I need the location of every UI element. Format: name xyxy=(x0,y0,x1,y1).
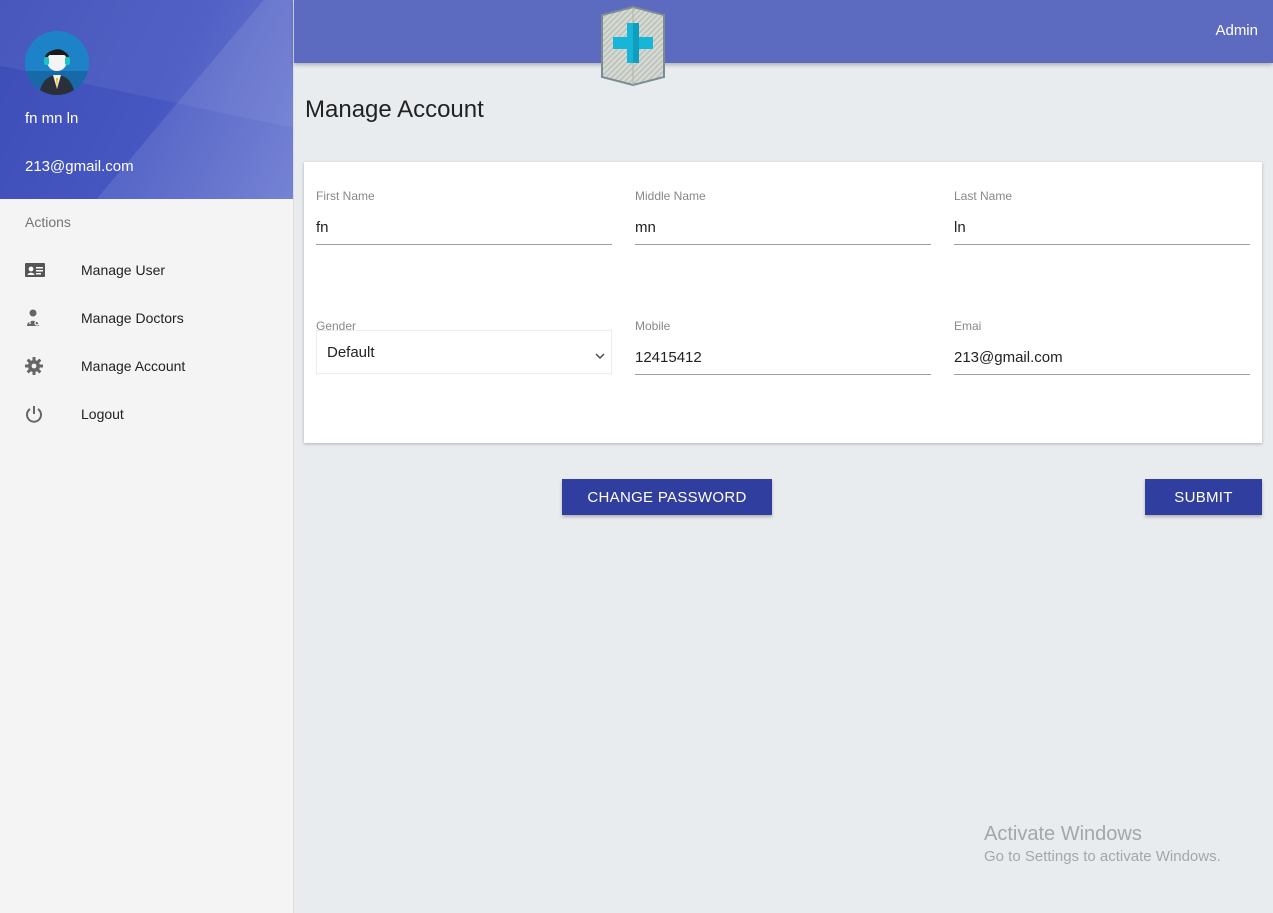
last-name-input[interactable] xyxy=(954,211,1250,245)
email-label: Emai xyxy=(954,319,982,333)
change-password-button[interactable]: CHANGE PASSWORD xyxy=(562,479,772,515)
id-card-icon xyxy=(24,260,45,280)
mobile-label: Mobile xyxy=(635,319,671,333)
submit-button[interactable]: SUBMIT xyxy=(1145,479,1262,515)
sidebar-item-label: Manage Account xyxy=(81,358,186,374)
power-icon xyxy=(24,404,44,424)
mobile-input[interactable] xyxy=(635,341,931,375)
chevron-down-icon xyxy=(595,348,605,359)
medical-cross-icon xyxy=(598,5,668,87)
activate-windows-subtitle: Go to Settings to activate Windows. xyxy=(984,848,1221,865)
middle-name-input[interactable] xyxy=(635,211,931,245)
sidebar-item-label: Manage User xyxy=(81,262,166,278)
page-title: Manage Account xyxy=(305,96,484,123)
gender-selected-value: Default xyxy=(327,344,375,361)
email-input[interactable] xyxy=(954,341,1250,375)
sidebar-item-manage-user[interactable]: Manage User xyxy=(0,250,293,290)
sidebar-item-manage-doctors[interactable]: Manage Doctors xyxy=(0,298,293,338)
last-name-label: Last Name xyxy=(954,189,1013,203)
first-name-input[interactable] xyxy=(316,211,612,245)
gear-icon xyxy=(24,356,44,376)
sidebar: fn mn ln 213@gmail.com Actions Manage Us… xyxy=(0,0,294,913)
actions-section-label: Actions xyxy=(25,214,71,230)
profile-header: fn mn ln 213@gmail.com xyxy=(0,0,293,199)
avatar xyxy=(25,31,89,95)
sidebar-item-label: Manage Doctors xyxy=(81,310,184,326)
first-name-label: First Name xyxy=(316,189,375,203)
gender-select[interactable]: Default xyxy=(316,330,612,374)
account-form-card: First Name Middle Name Last Name Gender … xyxy=(304,162,1262,443)
profile-email: 213@gmail.com xyxy=(25,158,134,175)
sidebar-item-label: Logout xyxy=(81,406,124,422)
profile-name: fn mn ln xyxy=(25,110,79,127)
admin-label[interactable]: Admin xyxy=(1215,22,1258,39)
middle-name-label: Middle Name xyxy=(635,189,706,203)
doctor-icon xyxy=(24,308,44,328)
activate-windows-title: Activate Windows xyxy=(984,823,1142,845)
top-app-bar: Admin xyxy=(294,0,1273,63)
sidebar-item-manage-account[interactable]: Manage Account xyxy=(0,346,293,386)
sidebar-item-logout[interactable]: Logout xyxy=(0,394,293,434)
